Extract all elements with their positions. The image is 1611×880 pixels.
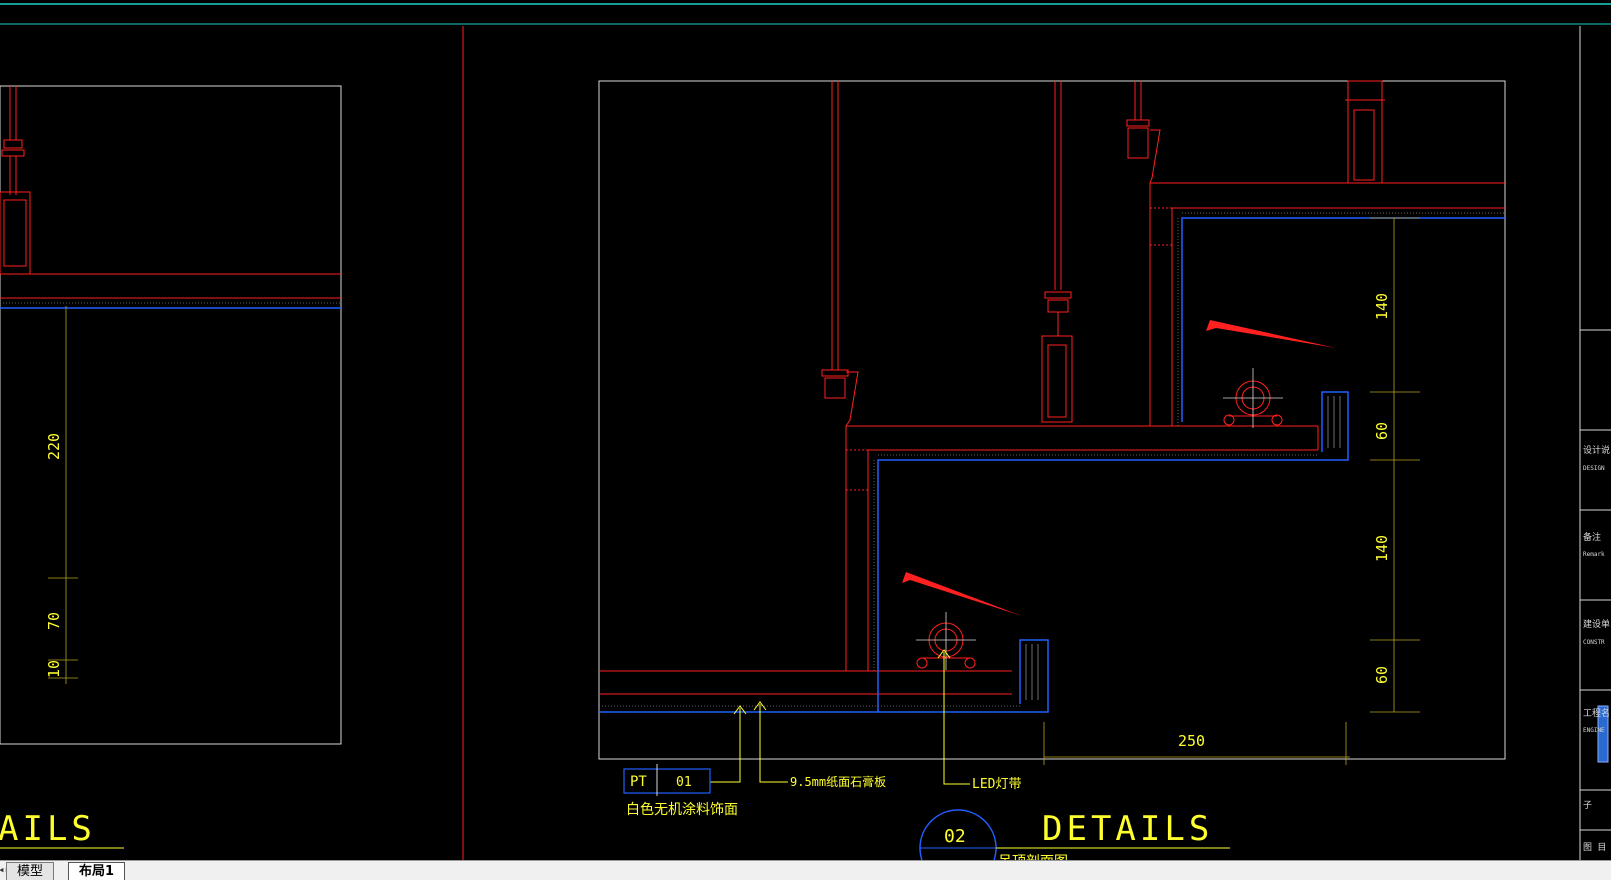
title-block-label-3: 备注 [1583, 531, 1601, 543]
title-block-label-6: CONSTR [1583, 639, 1605, 646]
detail-number: 02 [944, 826, 966, 847]
tab-model[interactable]: 模型 [6, 862, 55, 880]
callout-gypsum-board: 9.5mm纸面石膏板 [790, 774, 886, 789]
title-block-label-8: ENGINE [1583, 727, 1605, 734]
material-tag-code: PT [630, 774, 647, 790]
dimension-left-10: 10 [45, 660, 63, 678]
left-detail-title: AILS [0, 809, 96, 849]
dimension-right-60-upper: 60 [1373, 422, 1391, 440]
dimension-left-220: 220 [45, 433, 63, 460]
material-tag-number: 01 [676, 775, 692, 790]
material-tag-description: 白色无机涂料饰面 [626, 801, 738, 818]
title-block-label-10: 图 目 [1583, 842, 1606, 853]
title-block-label-4: Remark [1583, 551, 1605, 558]
dimension-left-70: 70 [45, 612, 63, 630]
tab-layout1[interactable]: 布局1 [68, 862, 126, 880]
title-block-label-9: 子 [1583, 800, 1592, 811]
title-block-label-7: 工程名 [1583, 707, 1610, 719]
callout-led-strip: LED灯带 [972, 777, 1021, 792]
dimension-right-140-lower: 140 [1373, 535, 1391, 562]
cad-canvas[interactable]: 设计说 DESIGN 备注 Remark 建设单 CONSTR 工程名 ENGI… [0, 0, 1611, 879]
detail-title: DETAILS [1042, 809, 1213, 849]
title-block-label-1: 设计说 [1583, 444, 1610, 456]
dimension-right-250: 250 [1178, 732, 1205, 750]
title-block-label-2: DESIGN [1583, 465, 1605, 472]
dimension-right-140-upper: 140 [1373, 293, 1391, 320]
dimension-right-60-lower: 60 [1373, 666, 1391, 684]
title-block-label-5: 建设单 [1583, 618, 1610, 630]
layout-tab-bar: ◂▸ 模型 布局1 [0, 860, 1611, 880]
